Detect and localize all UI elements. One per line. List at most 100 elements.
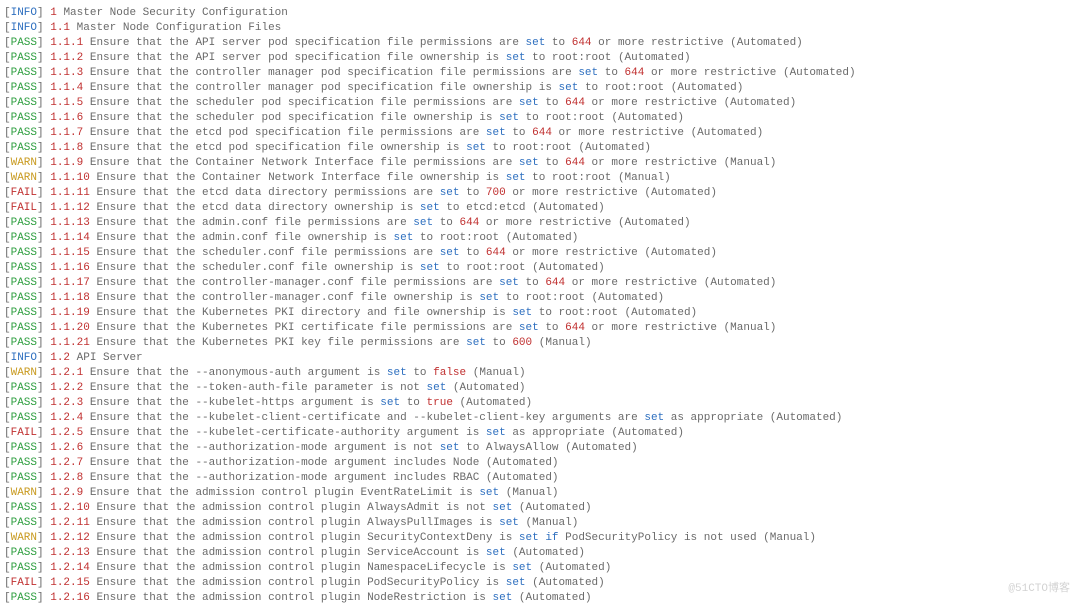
bracket-close: ] — [37, 67, 50, 79]
keyword-token: set — [519, 322, 539, 334]
bracket-open: [ — [4, 547, 11, 559]
log-level: PASS — [11, 472, 37, 484]
text-token: Ensure that the API server pod specifica… — [90, 52, 506, 64]
log-row: [FAIL] 1.1.12 Ensure that the etcd data … — [4, 201, 1076, 216]
log-level: WARN — [11, 532, 37, 544]
log-row: [PASS] 1.1.13 Ensure that the admin.conf… — [4, 216, 1076, 231]
keyword-token: set — [493, 592, 513, 604]
text-token: as appropriate (Automated) — [664, 412, 842, 424]
text-token: Ensure that the Kubernetes PKI key file … — [96, 337, 466, 349]
text-token: to — [400, 397, 426, 409]
bracket-open: [ — [4, 22, 11, 34]
literal-token: 644 — [532, 127, 552, 139]
log-level: FAIL — [11, 187, 37, 199]
bracket-close: ] — [37, 502, 50, 514]
text-token: PodSecurityPolicy is not used (Manual) — [559, 532, 816, 544]
keyword-token: set — [512, 562, 532, 574]
bracket-open: [ — [4, 322, 11, 334]
log-row: [PASS] 1.1.8 Ensure that the etcd pod sp… — [4, 141, 1076, 156]
text-token: Ensure that the admin.conf file ownershi… — [96, 232, 393, 244]
keyword-token: if — [545, 532, 558, 544]
bracket-open: [ — [4, 397, 11, 409]
bracket-close: ] — [37, 37, 50, 49]
text-token: Ensure that the API server pod specifica… — [90, 37, 526, 49]
log-level: INFO — [11, 7, 37, 19]
keyword-token: set — [440, 247, 460, 259]
rule-id: 1.1.16 — [50, 262, 90, 274]
text-token: or more restrictive (Automated) — [565, 277, 776, 289]
keyword-token: set — [519, 157, 539, 169]
text-token: to — [539, 322, 565, 334]
log-row: [FAIL] 1.1.11 Ensure that the etcd data … — [4, 186, 1076, 201]
bracket-open: [ — [4, 97, 11, 109]
text-token: Ensure that the Kubernetes PKI certifica… — [96, 322, 518, 334]
keyword-token: set — [506, 577, 526, 589]
text-token: to root:root (Automated) — [486, 142, 651, 154]
text-token: to root:root (Automated) — [440, 262, 605, 274]
literal-token: 600 — [512, 337, 532, 349]
rule-id: 1.2.13 — [50, 547, 90, 559]
text-token: to root:root (Automated) — [532, 307, 697, 319]
rule-id: 1.2.12 — [50, 532, 90, 544]
bracket-open: [ — [4, 457, 11, 469]
rule-id: 1.1.17 — [50, 277, 90, 289]
text-token: to — [519, 277, 545, 289]
rule-id: 1.1.18 — [50, 292, 90, 304]
log-row: [PASS] 1.1.7 Ensure that the etcd pod sp… — [4, 126, 1076, 141]
text-token: (Automated) — [512, 592, 591, 604]
rule-id: 1.1.4 — [50, 82, 83, 94]
log-row: [PASS] 1.2.16 Ensure that the admission … — [4, 591, 1076, 606]
bracket-open: [ — [4, 202, 11, 214]
rule-id: 1.2.10 — [50, 502, 90, 514]
log-level: PASS — [11, 82, 37, 94]
text-token: Ensure that the admission control plugin… — [96, 517, 499, 529]
rule-id: 1.1.3 — [50, 67, 83, 79]
log-row: [WARN] 1.1.9 Ensure that the Container N… — [4, 156, 1076, 171]
log-level: INFO — [11, 352, 37, 364]
text-token: Ensure that the admission control plugin… — [96, 532, 518, 544]
text-token: or more restrictive (Automated) — [644, 67, 855, 79]
bracket-close: ] — [37, 277, 50, 289]
text-token: (Automated) — [453, 397, 532, 409]
bracket-open: [ — [4, 52, 11, 64]
text-token: Ensure that the etcd data directory owne… — [96, 202, 419, 214]
bracket-close: ] — [37, 52, 50, 64]
log-level: WARN — [11, 367, 37, 379]
keyword-token: set — [466, 142, 486, 154]
text-token: (Automated) — [506, 547, 585, 559]
log-row: [PASS] 1.1.1 Ensure that the API server … — [4, 36, 1076, 51]
text-token: Ensure that the etcd pod specification f… — [90, 142, 466, 154]
text-token: Ensure that the --kubelet-certificate-au… — [90, 427, 486, 439]
keyword-token: set — [486, 127, 506, 139]
text-token: or more restrictive (Automated) — [592, 37, 803, 49]
bracket-open: [ — [4, 427, 11, 439]
bracket-close: ] — [37, 187, 50, 199]
bracket-close: ] — [37, 442, 50, 454]
log-row: [WARN] 1.2.1 Ensure that the --anonymous… — [4, 366, 1076, 381]
bracket-close: ] — [37, 172, 50, 184]
rule-id: 1.2.6 — [50, 442, 83, 454]
rule-id: 1.2.2 — [50, 382, 83, 394]
rule-id: 1.2.16 — [50, 592, 90, 604]
text-token: to — [460, 187, 486, 199]
text-token: to — [539, 97, 565, 109]
text-token: Ensure that the admission control plugin… — [96, 547, 485, 559]
text-token: Ensure that the Kubernetes PKI directory… — [96, 307, 512, 319]
rule-id: 1 — [50, 7, 57, 19]
literal-token: 644 — [565, 97, 585, 109]
log-row: [FAIL] 1.2.15 Ensure that the admission … — [4, 576, 1076, 591]
bracket-close: ] — [37, 547, 50, 559]
bracket-close: ] — [37, 112, 50, 124]
bracket-open: [ — [4, 382, 11, 394]
text-token: Ensure that the controller manager pod s… — [90, 82, 559, 94]
bracket-open: [ — [4, 127, 11, 139]
text-token: (Automated) — [512, 502, 591, 514]
log-level: PASS — [11, 457, 37, 469]
log-level: PASS — [11, 562, 37, 574]
log-level: PASS — [11, 307, 37, 319]
bracket-close: ] — [37, 487, 50, 499]
bracket-open: [ — [4, 367, 11, 379]
keyword-token: set — [479, 292, 499, 304]
log-level: WARN — [11, 487, 37, 499]
bracket-close: ] — [37, 247, 50, 259]
